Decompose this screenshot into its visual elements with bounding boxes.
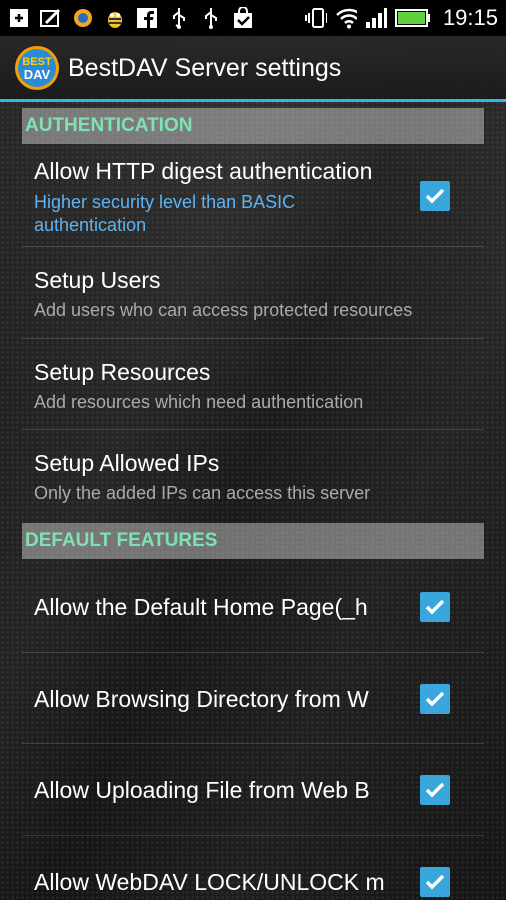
action-bar: BEST DAV BestDAV Server settings [0,36,506,100]
bee-icon [104,7,126,29]
pref-title: Setup Resources [34,359,211,385]
pref-setup-users[interactable]: Setup Users Add users who can access pro… [22,247,484,337]
pref-digest-auth[interactable]: Allow HTTP digest authentication Higher … [22,146,484,246]
vibrate-icon [304,7,327,29]
lock-checkbox[interactable] [420,867,450,897]
pref-summary: Higher security level than BASIC authent… [34,192,296,235]
pref-webdav-lock[interactable]: Allow WebDAV LOCK/UNLOCK m [22,836,484,900]
facebook-icon [136,7,158,29]
pref-summary: Add users who can access protected resou… [34,300,413,320]
checkmark-icon [425,691,445,707]
shopping-bag-icon [232,7,254,29]
pref-summary: Add resources which need authentication [34,392,364,412]
home-page-checkbox[interactable] [420,592,450,622]
pref-title: Allow WebDAV LOCK/UNLOCK m [34,869,385,895]
pref-title: Setup Allowed IPs [34,450,220,476]
pref-setup-resources[interactable]: Setup Resources Add resources which need… [22,339,484,429]
pref-uploading-file[interactable]: Allow Uploading File from Web B [22,744,484,834]
checkmark-icon [425,874,445,890]
pref-title: Allow Browsing Directory from W [34,686,369,712]
action-bar-divider [0,99,506,102]
browsing-checkbox[interactable] [420,684,450,714]
section-label: AUTHENTICATION [25,115,193,136]
plus-box-icon [8,7,30,29]
pref-title: Allow the Default Home Page(_h [34,594,368,620]
app-icon [72,7,94,29]
page-title: BestDAV Server settings [68,53,342,82]
section-label: DEFAULT FEATURES [25,530,218,551]
pref-title: Allow HTTP digest authentication [34,158,373,184]
usb-icon [168,7,190,29]
wifi-icon [335,7,357,29]
edit-icon [40,7,62,29]
pref-browsing-directory[interactable]: Allow Browsing Directory from W [22,653,484,743]
status-bar: 19:15 [0,0,506,36]
section-header-authentication: AUTHENTICATION [22,108,484,144]
checkmark-icon [425,599,445,615]
signal-icon [365,7,387,29]
digest-auth-checkbox[interactable] [420,181,450,211]
uploading-checkbox[interactable] [420,775,450,805]
clock: 19:15 [442,5,498,30]
checkmark-icon [425,782,445,798]
pref-default-home-page[interactable]: Allow the Default Home Page(_h [22,561,484,651]
battery-icon [394,7,431,29]
checkmark-icon [425,188,445,204]
pref-setup-allowed-ips[interactable]: Setup Allowed IPs Only the added IPs can… [22,430,484,520]
pref-title: Setup Users [34,267,161,293]
pref-title: Allow Uploading File from Web B [34,777,370,803]
pref-summary: Only the added IPs can access this serve… [34,483,371,503]
section-header-default-features: DEFAULT FEATURES [22,523,484,559]
app-logo[interactable]: BEST DAV [14,45,60,91]
usb-icon [200,7,222,29]
svg-text:DAV: DAV [24,67,51,82]
